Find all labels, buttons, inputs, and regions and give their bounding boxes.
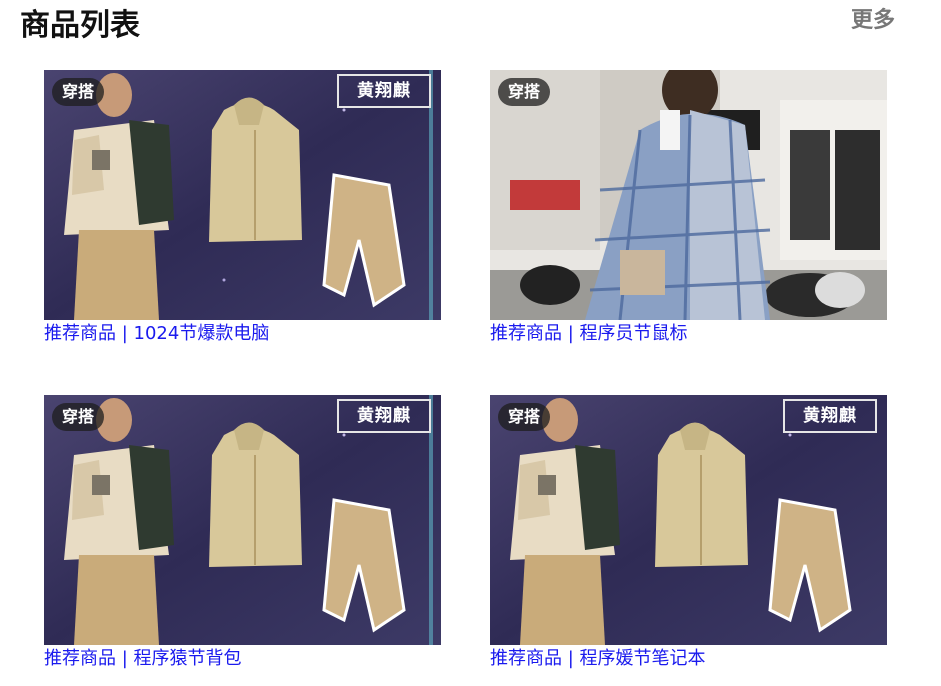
product-image[interactable]: 穿搭 黄翔麒	[44, 395, 441, 645]
product-card[interactable]: 穿搭 黄翔麒 推荐商品 | 1024节爆款电脑	[44, 70, 441, 346]
tag-badge: 穿搭	[52, 403, 105, 431]
brand-label: 黄翔麒	[337, 74, 431, 108]
brand-label: 黄翔麒	[337, 399, 431, 433]
product-card[interactable]: 穿搭 黄翔麒 推荐商品 | 程序猿节背包	[44, 395, 441, 671]
product-card[interactable]: 穿搭 推荐商品 | 程序员节鼠标	[490, 70, 887, 346]
product-image[interactable]: 穿搭 黄翔麒	[44, 70, 441, 320]
page-title: 商品列表	[20, 8, 140, 43]
street-coat-photo	[490, 70, 887, 320]
more-link[interactable]: 更多	[851, 6, 895, 36]
tag-badge: 穿搭	[498, 78, 551, 106]
tag-badge: 穿搭	[498, 403, 551, 431]
product-caption-link[interactable]: 推荐商品 | 程序员节鼠标	[490, 322, 887, 346]
product-card[interactable]: 穿搭 黄翔麒 推荐商品 | 程序媛节笔记本	[490, 395, 887, 671]
brand-label: 黄翔麒	[783, 399, 877, 433]
product-caption-link[interactable]: 推荐商品 | 程序猿节背包	[44, 647, 441, 671]
product-image[interactable]: 穿搭 黄翔麒	[490, 395, 887, 645]
product-list-page: 商品列表 更多 穿搭 黄翔麒 推荐商品 | 1024节爆款电脑 穿搭 推荐商品 …	[0, 0, 941, 686]
product-image[interactable]: 穿搭	[490, 70, 887, 320]
product-caption-link[interactable]: 推荐商品 | 1024节爆款电脑	[44, 322, 441, 346]
tag-badge: 穿搭	[52, 78, 105, 106]
product-caption-link[interactable]: 推荐商品 | 程序媛节笔记本	[490, 647, 887, 671]
